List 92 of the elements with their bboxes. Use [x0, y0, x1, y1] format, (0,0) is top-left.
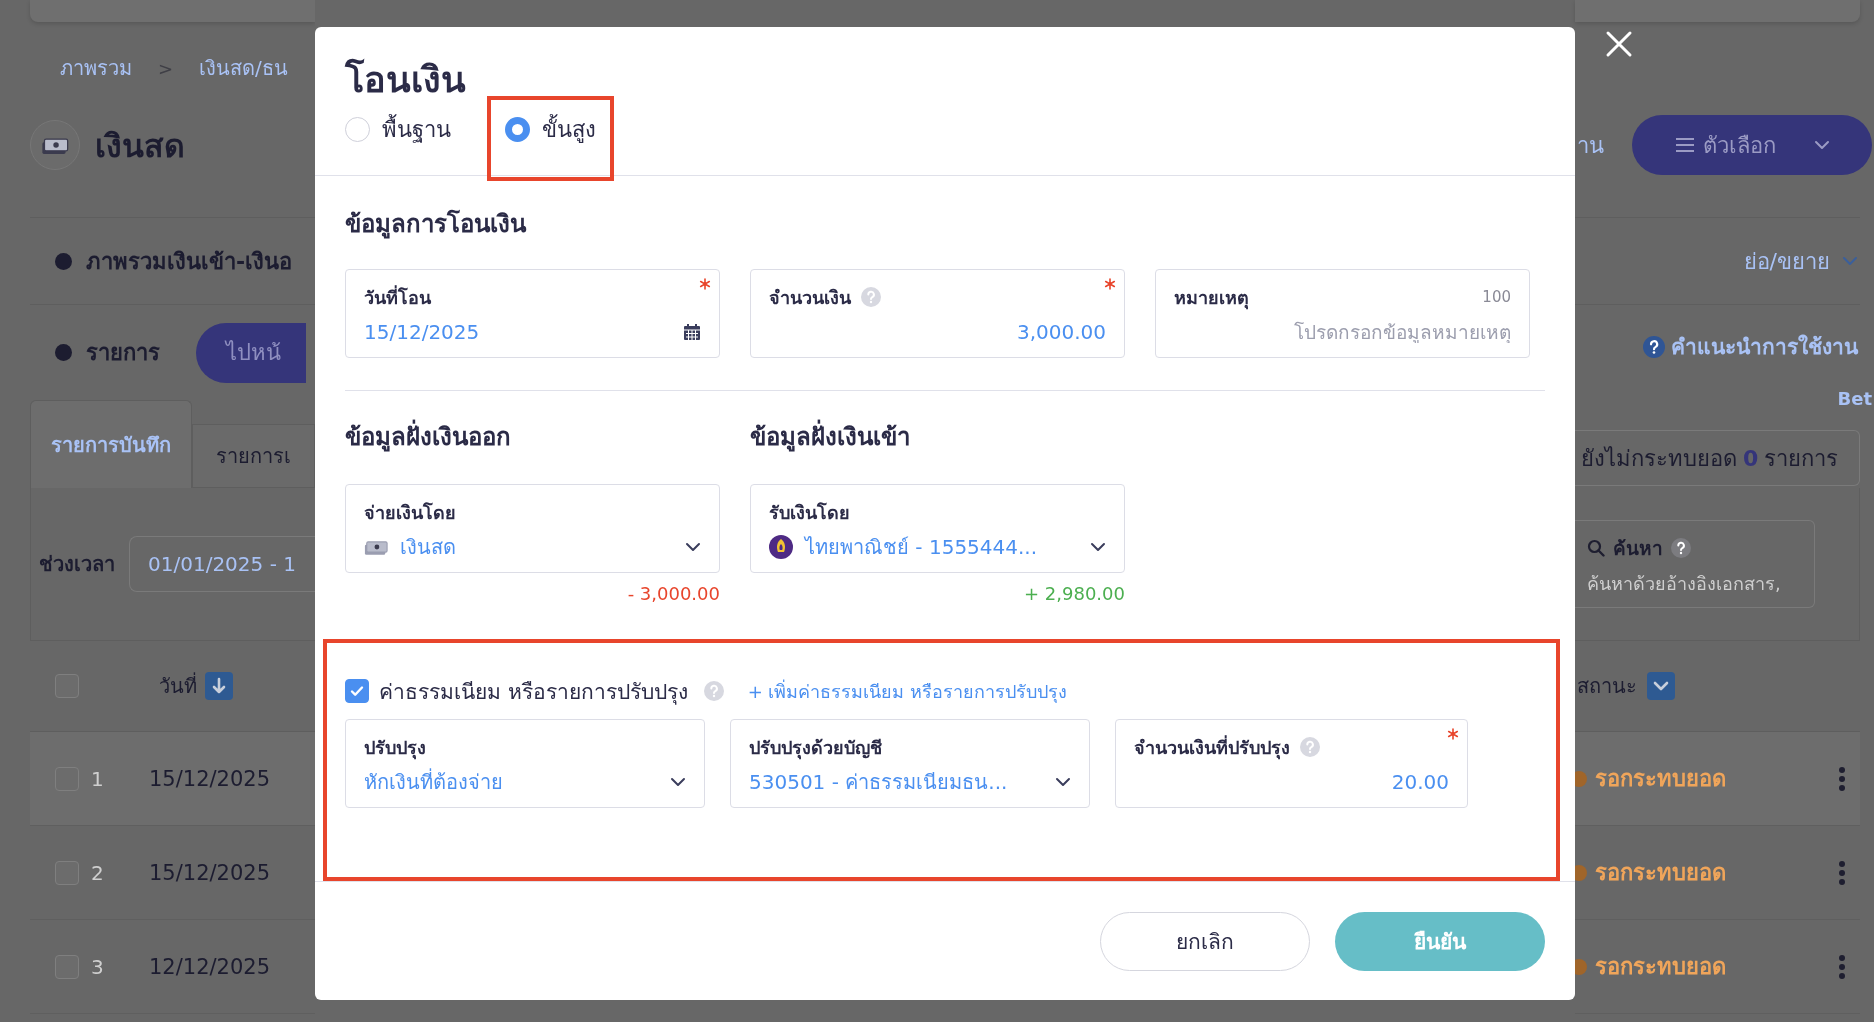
cash-icon	[364, 538, 388, 556]
radio-button[interactable]	[345, 116, 370, 142]
select-field[interactable]: ปรับปรุงด้วยบัญชี 530501 - ค่าธรรมเนียมธน...	[730, 719, 1090, 808]
field-label: จำนวนเงิน	[769, 285, 851, 310]
character-counter: 100	[1482, 288, 1511, 306]
menu-icon	[1674, 137, 1695, 153]
chevron-down-icon	[1090, 542, 1106, 552]
chevron-down-icon	[1842, 256, 1858, 266]
table-cell: 15/12/2025	[149, 766, 271, 791]
sort-icon[interactable]	[205, 672, 233, 700]
section-heading: ข้อมูลฝั่งเงินเข้า	[750, 419, 1125, 455]
breadcrumb-link[interactable]: เงินสด/ธน	[199, 52, 288, 84]
amount-text: + 2,980.00	[1023, 582, 1125, 606]
section-heading: ข้อมูลการโอนเงิน	[345, 208, 528, 241]
tab[interactable]: รายการเ	[192, 424, 315, 488]
add-fee-link[interactable]: + เพิ่มค่าธรรมเนียม หรือรายการปรับปรุง	[747, 676, 1068, 706]
field-value: 20.00	[1390, 770, 1449, 794]
beta-label: Bet	[1837, 388, 1872, 411]
field-value: ไทยพาณิชย์ - 1555444...	[805, 534, 1039, 561]
input-field[interactable]: จำนวนเงินที่ปรับปรุง 20.00	[1115, 719, 1468, 808]
row-number: 1	[90, 766, 105, 791]
calendar-icon	[683, 323, 701, 341]
field-value: เงินสด	[400, 534, 457, 561]
search-field[interactable]: ค้นหา ค้นหาด้วยอ้างอิงเอกสาร,	[1575, 520, 1815, 608]
chevron-down-icon	[685, 542, 701, 552]
chevron-down-icon	[1813, 140, 1830, 150]
collapse-toggle[interactable]: ย่อ/ขยาย	[1743, 243, 1830, 279]
breadcrumb-link[interactable]: ภาพรวม	[60, 52, 132, 84]
amount-text: - 3,000.00	[626, 582, 720, 606]
checkbox-label: ค่าธรรมเนียม หรือรายการปรับปรุง	[379, 678, 688, 707]
select-field[interactable]: รับเงินโดย ไทยพาณิชย์ - 1555444...	[750, 484, 1125, 573]
checkbox[interactable]	[55, 954, 79, 979]
dialog-title: โอนเงิน	[345, 57, 467, 102]
tab[interactable]: รายการบันทึก	[30, 400, 192, 488]
header-link[interactable]: าน	[1577, 127, 1604, 163]
more-icon[interactable]	[1838, 765, 1846, 792]
search-icon	[1587, 539, 1605, 557]
checkbox[interactable]	[55, 674, 79, 698]
field-label: รับเงินโดย	[769, 500, 850, 525]
help-icon	[1671, 538, 1691, 558]
table-cell: 12/12/2025	[149, 954, 271, 979]
select-field[interactable]: ปรับปรุง หักเงินที่ต้องจ่าย	[345, 719, 705, 808]
field-value: 530501 - ค่าธรรมเนียมธน...	[749, 769, 1009, 796]
search-input[interactable]: ค้นหาด้วยอ้างอิงเอกสาร,	[1587, 573, 1812, 594]
page-title: เงินสด	[95, 125, 185, 167]
cancel-button[interactable]: ยกเลิก	[1100, 912, 1310, 971]
input-field[interactable]: วันที่โอน 15/12/2025	[345, 269, 720, 358]
section-title: รายการ	[86, 339, 160, 367]
field-label: จ่ายเงินโดย	[364, 500, 456, 525]
row-number: 2	[90, 860, 105, 885]
dropdown-icon[interactable]	[1647, 672, 1675, 700]
period-label: ช่วงเวลา	[39, 551, 115, 578]
check-icon	[349, 683, 365, 699]
goto-button[interactable]: ไปหน้	[196, 322, 306, 383]
bank-icon	[769, 535, 793, 559]
checkbox[interactable]	[345, 679, 369, 703]
help-link[interactable]: คำแนะนำการใช้งาน	[1643, 330, 1858, 363]
close-icon[interactable]	[1605, 30, 1633, 58]
breadcrumb-separator: >	[158, 57, 174, 79]
radio-option[interactable]: พื้นฐาน	[345, 111, 451, 147]
section-heading: ข้อมูลฝั่งเงินออก	[345, 419, 720, 455]
field-label: วันที่โอน	[364, 284, 431, 310]
bullet-dot	[55, 344, 72, 361]
section-title: ภาพรวมเงินเข้า-เงินอ	[86, 247, 293, 276]
field-value: 3,000.00	[1015, 320, 1106, 344]
status-text: รอกระทบยอด	[1595, 765, 1727, 793]
confirm-button[interactable]: ยืนยัน	[1335, 912, 1545, 971]
chevron-down-icon	[1055, 777, 1071, 787]
chevron-down-icon	[670, 777, 686, 787]
field-label: ปรับปรุงด้วยบัญชี	[749, 735, 882, 762]
column-header: สถานะ	[1577, 673, 1637, 700]
field-label: ปรับปรุง	[364, 735, 426, 762]
row-number: 3	[90, 954, 105, 979]
field-value: หักเงินที่ต้องจ่าย	[364, 767, 504, 796]
column-header: วันที่	[159, 671, 197, 700]
field-value: 15/12/2025	[364, 320, 481, 344]
field-label: จำนวนเงินที่ปรับปรุง	[1134, 734, 1290, 762]
search-label: ค้นหา	[1613, 536, 1663, 561]
bullet-dot	[55, 252, 72, 270]
more-icon[interactable]	[1838, 953, 1846, 980]
more-icon[interactable]	[1838, 859, 1846, 886]
status-text: รอกระทบยอด	[1595, 953, 1727, 981]
options-button[interactable]: ตัวเลือก	[1632, 115, 1872, 175]
radio-button[interactable]	[505, 116, 530, 142]
table-cell: 15/12/2025	[149, 860, 271, 885]
status-text: รอกระทบยอด	[1595, 859, 1727, 887]
checkbox[interactable]	[55, 860, 79, 885]
help-icon	[1643, 335, 1665, 358]
field-label: หมายเหตุ	[1174, 285, 1249, 312]
radio-option[interactable]: ขั้นสูง	[505, 111, 596, 147]
select-field[interactable]: จ่ายเงินโดย เงินสด	[345, 484, 720, 573]
input-field[interactable]: จำนวนเงิน 3,000.00	[750, 269, 1125, 358]
